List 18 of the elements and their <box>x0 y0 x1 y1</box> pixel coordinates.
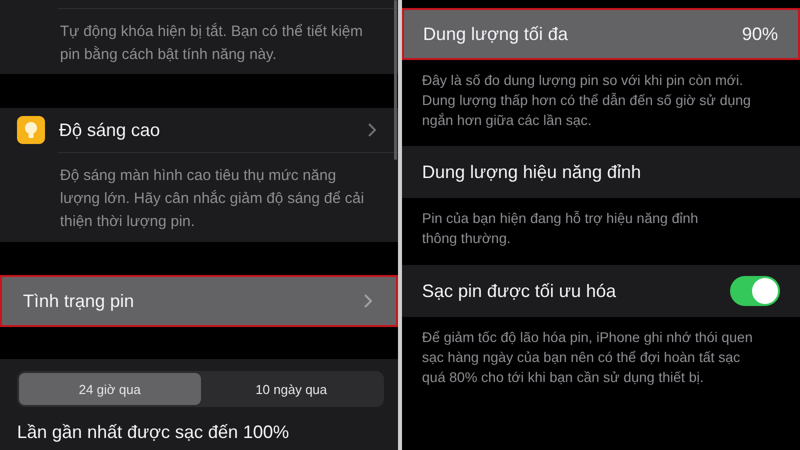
description-text: Tự động khóa hiện bị tắt. Bạn có thể tiết kiệm pin bằng cách bật tính năng này. <box>59 22 364 65</box>
chevron-icon <box>368 123 376 137</box>
segment-tab[interactable]: 10 ngày qua <box>200 373 382 405</box>
setting-label: Sạc pin được tối ưu hóa <box>422 280 618 302</box>
setting-label: Dung lượng hiệu năng đỉnh <box>422 162 642 182</box>
setting-title[interactable]: Độ sáng cao <box>59 120 368 140</box>
lightbulb-icon <box>17 116 45 144</box>
segment-tab[interactable]: 24 giờ qua <box>19 373 200 405</box>
toggle-switch[interactable] <box>730 276 780 306</box>
description-text: Đây là số đo dung lượng pin so với khi pin còn mới. Dung lượng thấp hơn có thể dẫn đến số giờ sử dụng ngắn hơn giữa các lần sạc. <box>422 71 752 130</box>
capacity-value: 90% <box>742 24 778 44</box>
battery-health-row[interactable]: Tình trạng pin <box>0 275 398 327</box>
description-text: Để giảm tốc độ lão hóa pin, iPhone ghi nhớ thói quen sạc hàng ngày của bạn nên có thể đợi hoàn tất sạc quá 80% cho tới khi bạn cần sử dụng thiết bị. <box>422 328 754 387</box>
description-text: Pin của bạn hiện đang hỗ trợ hiệu năng đỉnh thông thường. <box>422 209 700 248</box>
description-text: Độ sáng màn hình cao tiêu thụ mức năng lượng lớn. Hãy cân nhắc giảm độ sáng để cải thiện thời lượng pin. <box>59 166 366 232</box>
last-charged-text: Lần gần nhất được sạc đến 100% <box>17 422 290 443</box>
chevron-icon <box>364 294 372 308</box>
setting-label: Dung lượng tối đa <box>423 24 568 44</box>
